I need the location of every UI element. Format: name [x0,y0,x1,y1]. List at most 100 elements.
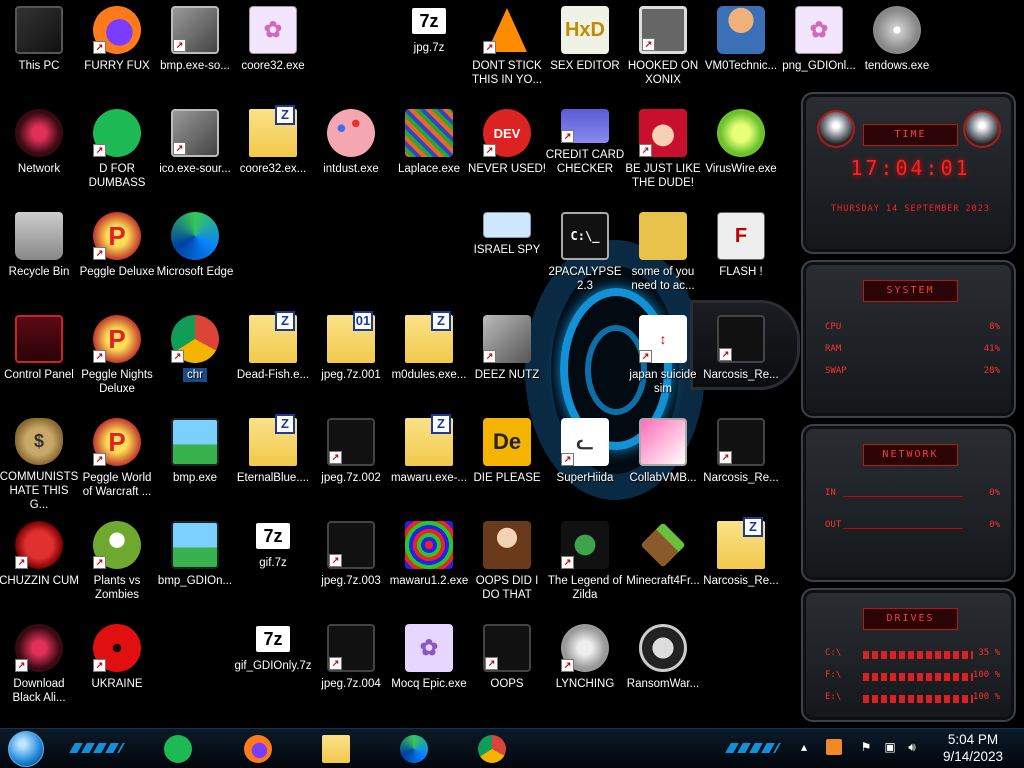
desktop-icon-some-of-you[interactable]: some of you need to ac... [624,206,702,306]
desktop-icon-bmp-gdion[interactable]: bmp_GDIOn... [156,515,234,615]
desktop-icon-jpg-7z[interactable]: 7z jpg.7z [390,0,468,100]
taskbar-chrome[interactable] [476,733,508,765]
desktop-icon-narcosis-zip[interactable]: Z Narcosis_Re... [702,515,780,615]
clock-date[interactable]: 9/14/2023 [928,749,1018,764]
desktop-icon-peggle-nights[interactable]: P ↗ Peggle Nights Deluxe [78,309,156,409]
desktop-icon-japan-sim[interactable]: ↕ ↗ japan suicide sim [624,309,702,409]
tray-app-icon[interactable] [826,739,842,755]
desktop-icon-jpeg-004[interactable]: ↗ jpeg.7z.004 [312,618,390,718]
desktop-icon-png-gdionl[interactable]: ✿ png_GDIOnl... [780,0,858,100]
taskbar-firefox[interactable] [242,733,274,765]
flash-icon: F [717,212,765,260]
desktop-icon-vm0technic[interactable]: VM0Technic... [702,0,780,100]
desktop-icon-xonix[interactable]: ↗ HOOKED ON XONIX [624,0,702,100]
desktop-icon-flash[interactable]: F FLASH ! [702,206,780,306]
tray-overflow-icon[interactable]: ▴ [796,739,812,755]
desktop-icon-collabvm[interactable]: CollabVMB... [624,412,702,512]
desktop-icon-peggle-wow[interactable]: P ↗ Peggle World of Warcraft ... [78,412,156,512]
desktop-icon-zilda[interactable]: ↗ The Legend of Zilda [546,515,624,615]
desktop-icon-bmp-exe[interactable]: bmp.exe [156,412,234,512]
desktop-icon-jpeg-002[interactable]: ↗ jpeg.7z.002 [312,412,390,512]
desktop-icon-jpeg-001[interactable]: 01 jpeg.7z.001 [312,309,390,409]
desktop-icon-credit-card[interactable]: ↗ CREDIT CARD CHECKER [546,103,624,203]
taskbar-spotify[interactable] [162,733,194,765]
icon-label-rename-field[interactable]: chr [183,368,207,382]
icon-label: SEX EDITOR [550,60,620,72]
icon-label: japan suicide sim [629,369,697,395]
desktop-icon-tendows[interactable]: tendows.exe [858,0,936,100]
desktop-icon-edge[interactable]: Microsoft Edge [156,206,234,306]
net-in-row: IN 0% [825,488,1000,502]
clock-time[interactable]: 5:04 PM [928,732,1018,747]
desktop-icon-chrome[interactable]: ↗ chr [156,309,234,409]
desktop-icon-recycle-bin[interactable]: Recycle Bin [0,206,78,306]
desktop-icon-mawaru12[interactable]: mawaru1.2.exe [390,515,468,615]
desktop-icon-dont-stick[interactable]: ↗ DONT STICK THIS IN YO... [468,0,546,100]
volume-icon[interactable]: 🔊︎ [904,739,920,755]
desktop-icon-minecraft[interactable]: Minecraft4Fr... [624,515,702,615]
desktop-icon-lynching[interactable]: ↗ LYNCHING [546,618,624,718]
desktop-icon-eternalblue[interactable]: Z EternalBlue.... [234,412,312,512]
minecraft-icon [639,521,687,569]
icon-label: bmp.exe-so... [160,60,230,72]
desktop-icon-coore32-exe[interactable]: ✿ coore32.exe [234,0,312,100]
desktop-icon-narcosis-1[interactable]: ↗ Narcosis_Re... [702,309,780,409]
desktop-icon-bmp-exe-so[interactable]: ↗ bmp.exe-so... [156,0,234,100]
desktop-icon-d-for-dumbass[interactable]: ↗ D FOR DUMBASS [78,103,156,203]
peggle-icon: P ↗ [93,418,141,466]
lynching-icon: ↗ [561,624,609,672]
desktop-icon-pvz[interactable]: ↗ Plants vs Zombies [78,515,156,615]
desktop-icon-viruswire[interactable]: VirusWire.exe [702,103,780,203]
taskbar-edge[interactable] [398,733,430,765]
start-button[interactable] [8,731,44,767]
taskbar-file-explorer[interactable] [320,733,352,765]
time-value: 17:04:01 [850,156,971,180]
desktop-icon-dead-fish[interactable]: Z Dead-Fish.e... [234,309,312,409]
desktop-icon-laplace[interactable]: Laplace.exe [390,103,468,203]
desktop-icon-download-black[interactable]: ↗ Download Black Ali... [0,618,78,718]
desktop-icon-gif-gdionly[interactable]: 7z gif_GDIOnly.7z [234,618,312,718]
desktop-icon-oops-did-i[interactable]: OOPS DID I DO THAT [468,515,546,615]
desktop-icon-mocq-epic[interactable]: ✿ Mocq Epic.exe [390,618,468,718]
desktop-icon-control-panel[interactable]: Control Panel [0,309,78,409]
desktop-icon-this-pc[interactable]: This PC [0,0,78,100]
desktop-icon-chuzzin[interactable]: ↗ CHUZZIN CUM [0,515,79,615]
desktop-icon-narcosis-2[interactable]: ↗ Narcosis_Re... [702,412,780,512]
desktop-icon-2pacalypse[interactable]: C:\_ 2PACALYPSE 2.3 [546,206,624,306]
desktop-icon-never-used[interactable]: DEV ↗ NEVER USED! [468,103,546,203]
desktop-icon-die-please[interactable]: De DIE PLEASE [468,412,546,512]
desktop-icon-network[interactable]: Network [0,103,78,203]
desktop-icon-ico-exe[interactable]: ↗ ico.exe-sour... [156,103,234,203]
desktop-icon-ransomware[interactable]: RansomWar... [624,618,702,718]
lady-icon [483,521,531,569]
terminal-icon: C:\_ [561,212,609,260]
desktop-icon-gif-7z[interactable]: 7z gif.7z [234,515,312,615]
network-status-icon[interactable]: ▣ [882,739,898,755]
pc-pink-icon [639,418,687,466]
desktop-icon-superhiida[interactable]: ᓚ ↗ SuperHiida [546,412,624,512]
desktop-icon-jpeg-003[interactable]: ↗ jpeg.7z.003 [312,515,390,615]
icon-label: SuperHiida [556,472,614,484]
desktop-icon-peggle-deluxe[interactable]: P ↗ Peggle Deluxe [78,206,156,306]
alien-head-icon [817,110,855,148]
zip-folder-icon: Z [405,311,453,363]
flag-icon[interactable]: ⚑ [858,739,874,755]
time-widget-title: TIME [863,124,958,146]
desktop-icon-deez-nutz[interactable]: ↗ DEEZ NUTZ [468,309,546,409]
desktop-icon-coore32-zip[interactable]: Zcoore32.ex... [234,103,312,203]
desktop-icon-israel-spy[interactable]: ISRAEL SPY [468,206,546,306]
icon-label: gif_GDIOnly.7z [234,660,312,672]
desktop-icon-be-just-like[interactable]: ↗ BE JUST LIKE THE DUDE! [624,103,702,203]
desktop-icon-intdust[interactable]: intdust.exe [312,103,390,203]
desktop-icon-furry-fux[interactable]: ↗ FURRY FUX [78,0,156,100]
hxd-icon: HxD [561,6,609,54]
desktop-icon-communists[interactable]: $ COMMUNISTS HATE THIS G... [0,412,78,512]
recycle-bin-icon [15,212,63,260]
desktop-icon-sex-editor[interactable]: HxD SEX EDITOR [546,0,624,100]
icon-label: EternalBlue.... [236,472,310,484]
desktop-icon-m0dules[interactable]: Zm0dules.exe... [390,309,468,409]
desktop-icon-mawaru-zip[interactable]: Zmawaru.exe-... [390,412,468,512]
desktop-icon-oops[interactable]: ↗ OOPS [468,618,546,718]
desktop-icon-ukraine[interactable]: ↗ UKRAINE [78,618,156,718]
icon-label: HOOKED ON XONIX [627,60,699,86]
